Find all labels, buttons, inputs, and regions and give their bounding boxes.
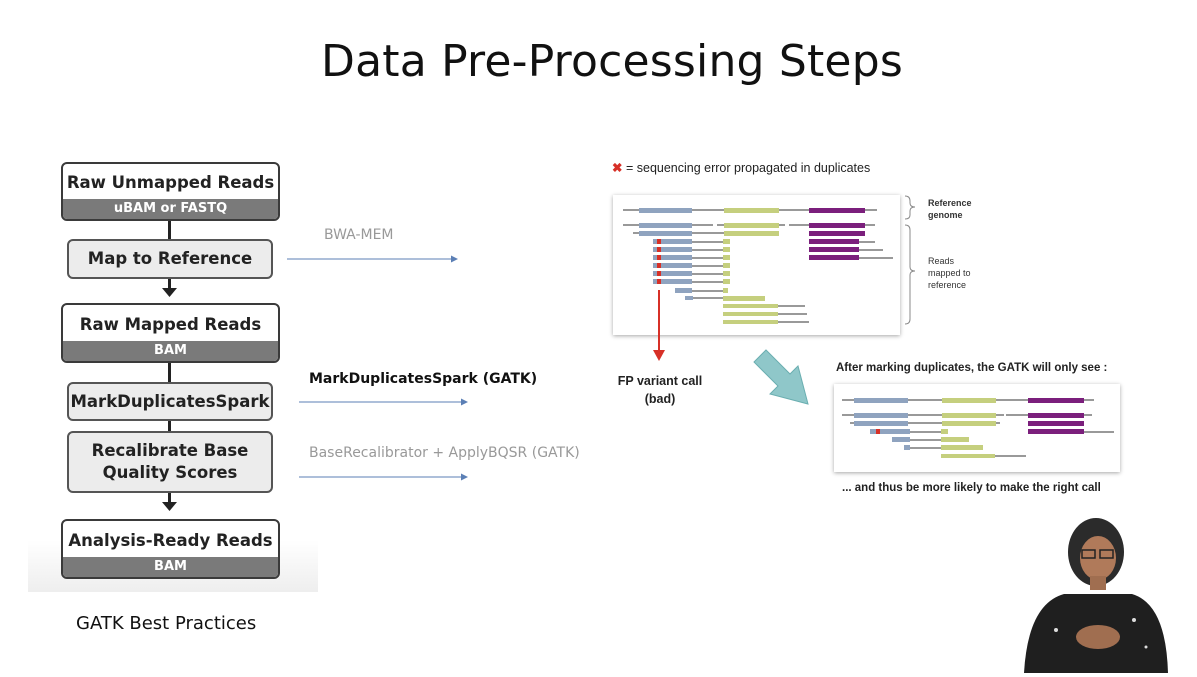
map-to-reference-step: Map to Reference	[67, 239, 273, 279]
reference-genome-label-line2: genome	[928, 210, 963, 220]
recalibrate-step-line2: Quality Scores	[102, 463, 238, 482]
slide-title: Data Pre-Processing Steps	[321, 36, 903, 87]
reads-mapped-label: Reads mapped to reference	[928, 255, 971, 291]
tool-arrow	[299, 473, 468, 481]
fp-call-arrow	[653, 290, 665, 361]
bwa-mem-label: BWA-MEM	[324, 227, 394, 243]
analysis-ready-reads-label: Analysis-Ready Reads	[68, 531, 273, 550]
tool-arrow	[299, 398, 468, 406]
reads-mapped-label-line3: reference	[928, 280, 967, 290]
reads-mapped-label-line1: Reads	[928, 256, 955, 266]
raw-unmapped-reads-label: Raw Unmapped Reads	[66, 173, 275, 192]
analysis-ready-reads-box: Analysis-Ready Reads BAM	[61, 519, 280, 579]
error-legend-text: = sequencing error propagated in duplica…	[625, 161, 871, 175]
error-cross-icon: ✖	[612, 161, 623, 175]
down-arrow-icon	[162, 288, 177, 297]
bqsr-label: BaseRecalibrator + ApplyBQSR (GATK)	[309, 445, 580, 461]
deduplicated-reads-figure	[842, 398, 1114, 458]
analysis-ready-format: BAM	[63, 557, 278, 577]
conclusion-text: ... and thus be more likely to make the …	[842, 482, 1101, 494]
reads-mapped-label-line2: mapped to	[928, 268, 971, 278]
speaker-silhouette	[1024, 518, 1168, 673]
fp-variant-call-label: FP variant call (bad)	[612, 372, 708, 408]
raw-unmapped-format: uBAM or FASTQ	[63, 199, 278, 219]
raw-mapped-reads-label: Raw Mapped Reads	[79, 315, 262, 334]
after-marking-text: After marking duplicates, the GATK will …	[836, 362, 1108, 374]
brace-icons	[904, 195, 916, 325]
connector-line	[168, 220, 171, 240]
raw-unmapped-reads-box: Raw Unmapped Reads uBAM or FASTQ	[61, 162, 280, 221]
teal-arrow-icon	[753, 349, 809, 405]
recalibrate-step: Recalibrate Base Quality Scores	[67, 431, 273, 493]
speaker-video	[1016, 512, 1174, 673]
reference-genome-label-line1: Reference	[928, 198, 972, 208]
tool-arrow	[287, 255, 458, 263]
gatk-best-practices-caption: GATK Best Practices	[76, 613, 257, 634]
connector-line	[168, 362, 171, 382]
deduplicated-reads-panel	[834, 384, 1120, 472]
raw-mapped-format: BAM	[63, 341, 278, 361]
markduplicates-gatk-label: MarkDuplicatesSpark (GATK)	[309, 371, 538, 387]
mark-duplicates-step: MarkDuplicatesSpark	[67, 382, 273, 421]
reference-genome-label: Reference genome	[928, 197, 972, 221]
duplicate-reads	[653, 239, 730, 284]
fp-variant-call-line2: (bad)	[644, 392, 676, 406]
down-arrow-icon	[162, 502, 177, 511]
fp-variant-call-line1: FP variant call	[617, 374, 703, 388]
raw-mapped-reads-box: Raw Mapped Reads BAM	[61, 303, 280, 363]
error-legend: ✖ = sequencing error propagated in dupli…	[612, 160, 870, 175]
recalibrate-step-line1: Recalibrate Base	[91, 441, 249, 460]
